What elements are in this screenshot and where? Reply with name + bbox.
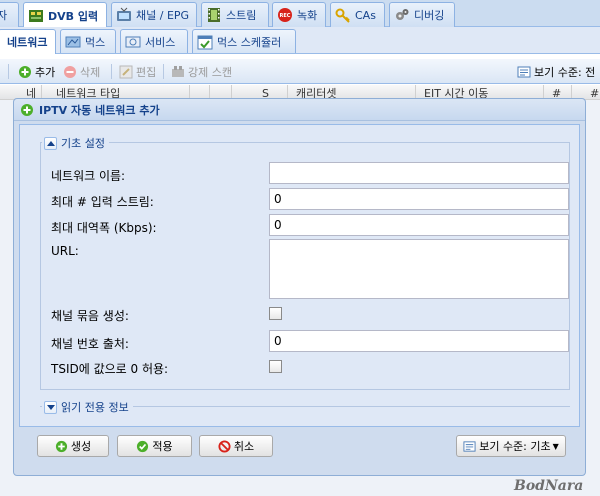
accept-zero-tsid-label: TSID에 값으로 0 허용: bbox=[51, 362, 169, 376]
max-bandwidth-label: 최대 대역폭 (Kbps): bbox=[51, 221, 157, 235]
force-scan-button[interactable]: 강제 스캔 bbox=[171, 63, 232, 80]
add-button-label: 추가 bbox=[35, 65, 56, 79]
watermark: BodNara bbox=[514, 478, 584, 494]
delete-icon bbox=[64, 65, 76, 78]
tab-debugging-label: 디버깅 bbox=[414, 9, 445, 22]
tab-stream[interactable]: 스트림 bbox=[201, 2, 269, 27]
tab-networks[interactable]: 네트워크 bbox=[0, 29, 56, 54]
tab-muxes-label: 먹스 bbox=[85, 35, 106, 49]
main-tab-bar: 자 DVB 입력 채널 / EPG 스트림 REC 녹화 CAs 디버깅 bbox=[0, 0, 600, 28]
readonly-info-title: 읽기 전용 정보 bbox=[61, 401, 129, 414]
add-icon bbox=[21, 103, 33, 116]
channel-number-source-field[interactable] bbox=[269, 330, 569, 352]
edit-button[interactable]: 편집 bbox=[119, 63, 156, 80]
add-button[interactable]: 추가 bbox=[18, 63, 55, 80]
create-bouquet-label: 채널 묶음 생성: bbox=[51, 309, 129, 323]
tab-cas-label: CAs bbox=[355, 8, 376, 22]
toolbar-separator bbox=[8, 64, 9, 79]
tab-muxes[interactable]: 먹스 bbox=[60, 29, 116, 53]
column-header[interactable]: # bbox=[586, 85, 600, 99]
cancel-button[interactable]: 취소 bbox=[199, 435, 273, 457]
url-field[interactable] bbox=[269, 239, 569, 299]
dialog-title: IPTV 자동 네트워크 추가 bbox=[39, 103, 160, 117]
view-level-icon bbox=[517, 66, 531, 77]
dialog-view-level-menu[interactable]: 보기 수준: 기초 ▼ bbox=[456, 435, 566, 457]
dialog-title-bar[interactable]: IPTV 자동 네트워크 추가 bbox=[14, 99, 585, 121]
readonly-info-fieldset: 읽기 전용 정보 bbox=[40, 399, 570, 415]
rec-icon: REC bbox=[278, 8, 292, 22]
apply-button[interactable]: 적용 bbox=[117, 435, 192, 457]
tab-stream-label: 스트림 bbox=[226, 9, 257, 22]
create-button-label: 생성 bbox=[70, 440, 92, 453]
services-icon bbox=[125, 36, 141, 47]
max-input-streams-field[interactable] bbox=[269, 188, 569, 210]
gears-icon bbox=[396, 9, 409, 20]
tab-config[interactable]: 자 bbox=[0, 2, 19, 27]
delete-button-label: 삭제 bbox=[80, 65, 101, 79]
accept-zero-tsid-checkbox[interactable] bbox=[269, 360, 282, 373]
apply-button-label: 적용 bbox=[152, 440, 173, 453]
tab-channel-epg[interactable]: 채널 / EPG bbox=[111, 2, 197, 27]
view-level-label: 보기 수준: 전 bbox=[534, 65, 596, 79]
svg-text:REC: REC bbox=[280, 13, 291, 19]
cancel-button-label: 취소 bbox=[233, 440, 255, 453]
toolbar-separator bbox=[163, 64, 164, 79]
force-scan-button-label: 강제 스캔 bbox=[188, 65, 232, 79]
delete-button[interactable]: 삭제 bbox=[63, 63, 100, 80]
create-button[interactable]: 생성 bbox=[37, 435, 109, 457]
tab-dvb-inputs-label: DVB 입력 bbox=[48, 9, 99, 23]
view-level-icon bbox=[463, 440, 476, 452]
toolbar-separator bbox=[111, 64, 112, 79]
tab-services[interactable]: 서비스 bbox=[120, 29, 188, 53]
dialog-footer: 생성 적용 취소 보기 수준: 기초 ▼ bbox=[14, 430, 585, 475]
tab-dvb-inputs[interactable]: DVB 입력 bbox=[23, 2, 107, 28]
cancel-icon bbox=[218, 439, 231, 453]
dialog-view-level-label: 보기 수준: 기초 bbox=[479, 440, 551, 453]
url-label: URL: bbox=[51, 244, 79, 258]
network-name-field[interactable] bbox=[269, 162, 569, 184]
scan-icon bbox=[172, 65, 184, 77]
edit-icon bbox=[119, 65, 133, 78]
film-icon bbox=[208, 8, 220, 22]
dropdown-arrow-icon: ▼ bbox=[552, 441, 559, 451]
tab-mux-scheduler[interactable]: 먹스 스케쥴러 bbox=[192, 29, 296, 53]
key-icon bbox=[335, 8, 350, 23]
dvb-card-icon bbox=[29, 9, 43, 22]
tab-mux-scheduler-label: 먹스 스케쥴러 bbox=[217, 35, 282, 49]
create-bouquet-checkbox[interactable] bbox=[269, 307, 282, 320]
tab-recording[interactable]: REC 녹화 bbox=[272, 2, 326, 27]
tab-channel-epg-label: 채널 / EPG bbox=[136, 9, 190, 22]
add-icon bbox=[55, 440, 67, 452]
tab-services-label: 서비스 bbox=[145, 35, 176, 49]
max-bandwidth-field[interactable] bbox=[269, 214, 569, 236]
tv-icon bbox=[117, 7, 131, 21]
add-iptv-network-dialog: IPTV 자동 네트워크 추가 기초 설정 네트워크 이름: 최대 # 입력 스… bbox=[13, 98, 586, 476]
edit-button-label: 편집 bbox=[136, 65, 157, 79]
tab-debugging[interactable]: 디버깅 bbox=[389, 2, 455, 27]
tab-config-label: 자 bbox=[0, 9, 8, 22]
tab-networks-label: 네트워크 bbox=[7, 36, 48, 49]
add-icon bbox=[19, 65, 31, 78]
readonly-info-legend[interactable]: 읽기 전용 정보 bbox=[42, 399, 133, 415]
tab-recording-label: 녹화 bbox=[297, 9, 318, 22]
check-icon bbox=[137, 440, 149, 452]
tab-cas[interactable]: CAs bbox=[330, 2, 385, 27]
expand-toggle-icon[interactable] bbox=[44, 400, 57, 414]
view-level-menu[interactable]: 보기 수준: 전 bbox=[517, 63, 595, 80]
channel-number-source-label: 채널 번호 출처: bbox=[51, 337, 129, 351]
network-name-label: 네트워크 이름: bbox=[51, 169, 126, 183]
grid-toolbar: 추가 삭제 편집 강제 스캔 보기 수준: 전 bbox=[0, 59, 600, 84]
mux-icon bbox=[65, 36, 81, 47]
dialog-body: 기초 설정 네트워크 이름: 최대 # 입력 스트림: 최대 대역폭 (Kbps… bbox=[19, 124, 580, 427]
scheduler-icon bbox=[197, 35, 213, 49]
max-input-streams-label: 최대 # 입력 스트림: bbox=[51, 195, 154, 209]
sub-tab-bar: 네트워크 먹스 서비스 먹스 스케쥴러 bbox=[0, 27, 600, 54]
